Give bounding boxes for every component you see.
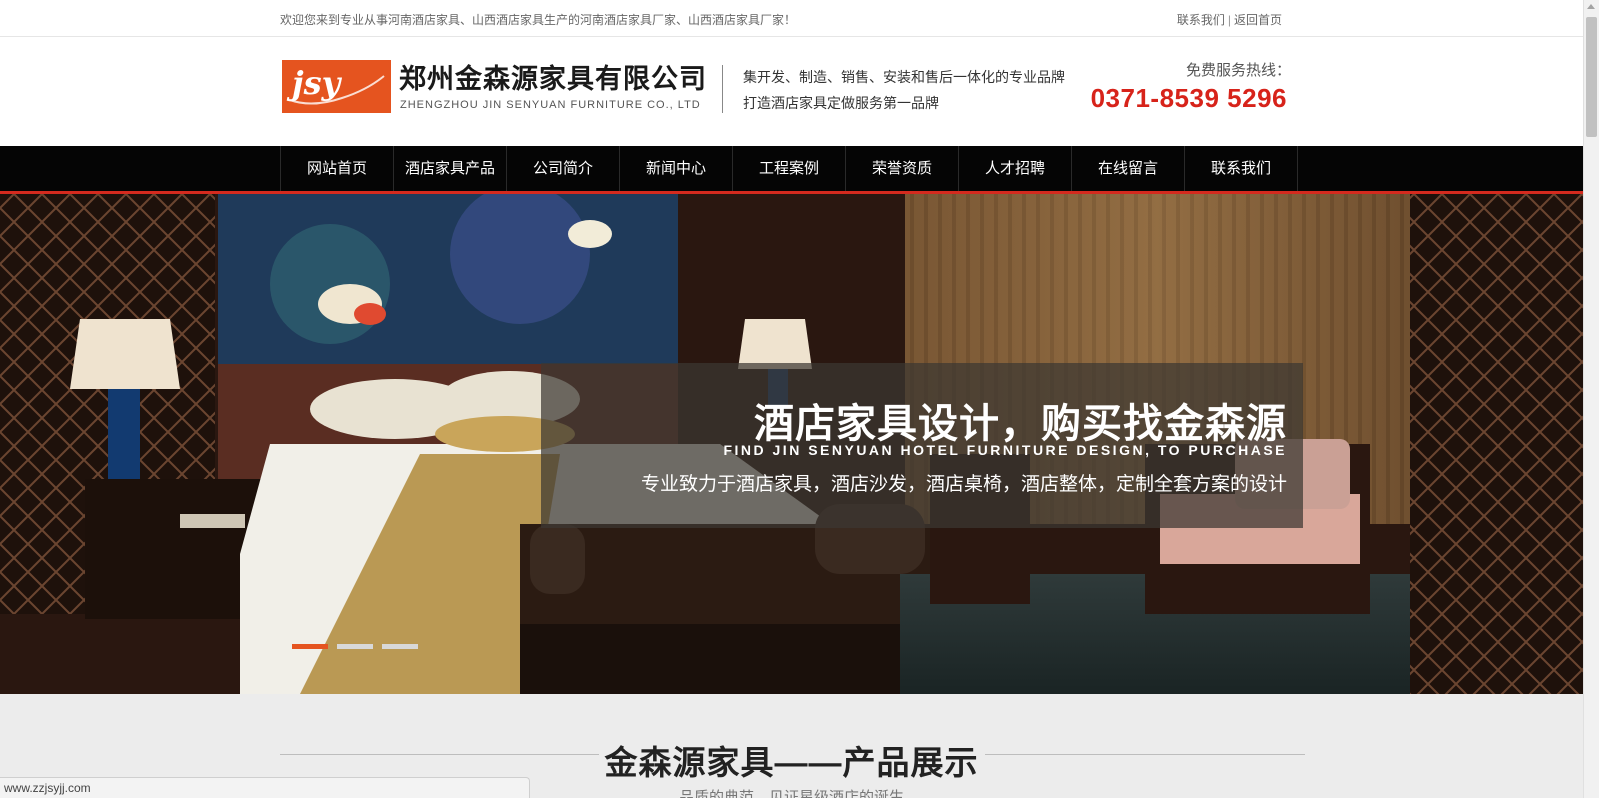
site-header: jsy 郑州金森源家具有限公司 ZHENGZHOU JIN SENYUAN FU… — [0, 37, 1583, 146]
slogan-secondary: 打造酒店家具定做服务第一品牌 — [743, 95, 939, 111]
slogan-primary: 集开发、制造、销售、安装和售后一体化的专业品牌 — [743, 69, 1065, 85]
browser-status-bar: www.zzjsyjj.com — [0, 777, 530, 798]
nav-item-cases[interactable]: 工程案例 — [733, 146, 846, 191]
slider-pagination — [292, 644, 418, 649]
page: 欢迎您来到专业从事河南酒店家具、山西酒店家具生产的河南酒店家具厂家、山西酒店家具… — [0, 0, 1583, 798]
nav-item-honors[interactable]: 荣誉资质 — [846, 146, 959, 191]
slider-dot-3[interactable] — [382, 644, 418, 649]
link-separator: | — [1227, 13, 1231, 27]
main-nav: 网站首页 酒店家具产品 公司简介 新闻中心 工程案例 荣誉资质 人才招聘 在线留… — [0, 146, 1583, 194]
scroll-thumb[interactable] — [1586, 17, 1597, 137]
section-title-text: 金森源家具——产品展示 — [598, 744, 985, 781]
welcome-text: 欢迎您来到专业从事河南酒店家具、山西酒店家具生产的河南酒店家具厂家、山西酒店家具… — [280, 13, 797, 27]
banner-title-en: FIND JIN SENYUAN HOTEL FURNITURE DESIGN,… — [723, 442, 1287, 458]
banner-subtitle: 专业致力于酒店家具，酒店沙发，酒店桌椅，酒店整体，定制全套方案的设计 — [640, 474, 1287, 495]
vertical-scrollbar[interactable] — [1583, 0, 1599, 798]
jsy-logo-icon: jsy — [282, 60, 391, 113]
company-logo[interactable]: jsy — [282, 60, 391, 113]
top-strip: 欢迎您来到专业从事河南酒店家具、山西酒店家具生产的河南酒店家具厂家、山西酒店家具… — [0, 0, 1583, 37]
nav-item-products[interactable]: 酒店家具产品 — [394, 146, 507, 191]
nav-item-message[interactable]: 在线留言 — [1072, 146, 1185, 191]
banner-caption: 酒店家具设计，购买找金森源 FIND JIN SENYUAN HOTEL FUR… — [541, 363, 1303, 528]
scroll-up-arrow-icon[interactable] — [1587, 4, 1595, 9]
hotline-number: 0371-8539 5296 — [1090, 83, 1287, 113]
nav-item-about[interactable]: 公司简介 — [507, 146, 620, 191]
banner-title: 酒店家具设计，购买找金森源 — [754, 402, 1287, 446]
header-divider — [722, 65, 723, 113]
company-name-cn: 郑州金森源家具有限公司 — [399, 64, 707, 95]
contact-us-link[interactable]: 联系我们 — [1177, 13, 1225, 27]
back-home-link[interactable]: 返回首页 — [1234, 13, 1282, 27]
company-name-en: ZHENGZHOU JIN SENYUAN FURNITURE CO., LTD — [400, 99, 701, 111]
hotline-label: 免费服务热线： — [1185, 62, 1291, 79]
slider-dot-2[interactable] — [337, 644, 373, 649]
nav-item-home[interactable]: 网站首页 — [281, 146, 394, 191]
top-links: 联系我们 | 返回首页 — [1177, 11, 1282, 28]
logo-letters: jsy — [286, 64, 343, 102]
nav-item-jobs[interactable]: 人才招聘 — [959, 146, 1072, 191]
nav-item-contact[interactable]: 联系我们 — [1185, 146, 1298, 191]
hero-banner[interactable]: 酒店家具设计，购买找金森源 FIND JIN SENYUAN HOTEL FUR… — [0, 194, 1583, 694]
nav-item-news[interactable]: 新闻中心 — [620, 146, 733, 191]
slider-dot-1[interactable] — [292, 644, 328, 649]
